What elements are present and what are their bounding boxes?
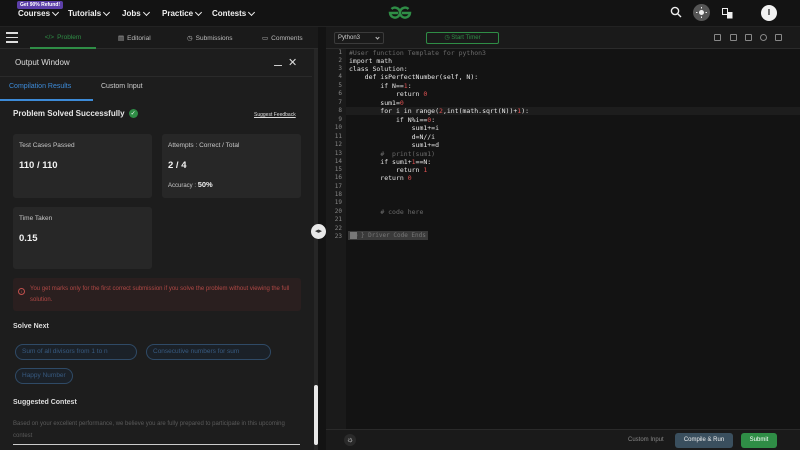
solved-status: Problem Solved Successfully ✓ — [13, 109, 138, 118]
chevron-down-icon — [248, 8, 256, 16]
code-line: for i in range(2,int(math.sqrt(N))+1): — [349, 107, 530, 115]
output-window-header: Output Window ✕ — [0, 49, 312, 77]
copy-icon[interactable] — [714, 34, 721, 41]
accuracy: Accuracy : 50% — [168, 180, 213, 189]
nav-jobs[interactable]: Jobs — [122, 8, 150, 18]
nav-tutorials[interactable]: Tutorials — [68, 8, 111, 18]
theme-toggle-button[interactable] — [693, 4, 710, 21]
nav-courses[interactable]: Courses — [18, 8, 60, 18]
tab-editorial[interactable]: ▤ Editorial — [118, 27, 151, 49]
nav-practice[interactable]: Practice — [162, 8, 203, 18]
tab-compilation-results[interactable]: Compilation Results — [9, 83, 71, 90]
resize-handle[interactable]: ◂▸ — [311, 224, 326, 239]
chevron-down-icon — [375, 35, 380, 40]
menu-icon[interactable] — [6, 32, 18, 43]
custom-input-toggle[interactable]: Custom Input — [628, 437, 664, 443]
chevron-down-icon — [142, 8, 150, 16]
check-circle-icon: ✓ — [128, 109, 138, 118]
close-icon[interactable]: ✕ — [288, 56, 297, 69]
tab-submissions[interactable]: ◷ Submissions — [187, 27, 233, 49]
search-icon[interactable] — [670, 6, 682, 18]
code-line: #User function Template for python3 — [349, 49, 486, 57]
minimize-icon[interactable] — [274, 65, 282, 67]
chevron-down-icon — [51, 8, 60, 16]
suggested-contest-title: Suggested Contest — [13, 399, 77, 406]
time-taken-card: Time Taken 0.15 — [13, 207, 152, 269]
suggest-feedback-link[interactable]: Suggest Feedback — [254, 112, 296, 118]
solve-next-chip[interactable]: Sum of all divisors from 1 to n — [15, 344, 137, 360]
code-line: sum1+=d — [349, 141, 440, 149]
code-line: return 0 — [349, 90, 428, 98]
attempts-value: 2 / 4 — [168, 160, 187, 171]
tab-problem[interactable]: </> Problem — [30, 27, 96, 49]
code-line: d=N//i — [349, 133, 436, 141]
avatar[interactable]: I — [761, 5, 777, 21]
comment-icon: ▭ — [262, 35, 269, 42]
tab-comments[interactable]: ▭ Comments — [262, 27, 303, 49]
editor-bottom-bar: ☼ Custom Input Compile & Run Submit — [326, 429, 800, 450]
solve-next-chip[interactable]: Consecutive numbers for sum — [146, 344, 271, 360]
suggested-contest-text: Based on your excellent performance, we … — [13, 421, 285, 439]
settings-icon[interactable] — [745, 34, 752, 41]
test-cases-value: 110 / 110 — [19, 160, 58, 171]
code-line: # code here — [380, 208, 424, 216]
tab-custom-input[interactable]: Custom Input — [101, 83, 143, 90]
start-timer-button[interactable]: ◷ Start Timer — [426, 32, 499, 44]
divider — [13, 444, 300, 445]
save-icon[interactable] — [730, 34, 737, 41]
code-icon: </> — [44, 33, 55, 41]
output-window: Output Window ✕ Compilation Results Cust… — [0, 49, 318, 450]
output-window-title: Output Window — [15, 58, 70, 67]
gfg-logo-icon[interactable] — [383, 3, 417, 23]
code-line: return 1 — [349, 166, 428, 174]
editor-toolbar: Python3 ◷ Start Timer — [326, 27, 800, 49]
sun-icon — [696, 7, 707, 18]
code-line: # print(sum1) — [380, 150, 436, 158]
compile-run-button[interactable]: Compile & Run — [675, 433, 733, 448]
chevron-down-icon — [103, 8, 111, 16]
clock-icon: ◷ — [187, 35, 193, 42]
refund-badge[interactable]: Get 90% Refund! — [17, 1, 64, 9]
solve-next-title: Solve Next — [13, 323, 49, 330]
test-cases-card: Test Cases Passed 110 / 110 — [13, 134, 152, 198]
translate-icon[interactable] — [722, 8, 733, 19]
problem-tab-bar: </> Problem ▤ Editorial ◷ Submissions ▭ Comm… — [0, 27, 318, 49]
document-icon: ▤ — [118, 35, 125, 42]
code-line: import math — [349, 57, 393, 65]
code-line: if sum1+1==N: — [349, 158, 432, 166]
sun-icon[interactable]: ☼ — [344, 434, 356, 446]
submit-button[interactable]: Submit — [741, 433, 777, 448]
attempts-card: Attempts : Correct / Total 2 / 4 Accurac… — [162, 134, 301, 198]
solve-next-chip[interactable]: Happy Number — [15, 368, 73, 384]
code-line: class Solution: — [349, 65, 408, 73]
nav-contests[interactable]: Contests — [212, 8, 256, 18]
code-line: sum1=0 — [349, 99, 404, 107]
code-line: if N==1: — [349, 82, 412, 90]
language-select[interactable]: Python3 — [334, 32, 384, 44]
code-line: def isPerfectNumber(self, N): — [349, 73, 479, 81]
driver-code-fold[interactable]: ▬▬ } Driver Code Ends — [348, 231, 428, 240]
reset-icon[interactable] — [760, 34, 767, 41]
code-line: return 0 — [349, 174, 412, 182]
code-line: if N%i==0: — [349, 116, 436, 124]
active-tab-indicator — [0, 99, 93, 101]
time-taken-value: 0.15 — [19, 233, 38, 244]
marks-warning: i You get marks only for the first corre… — [13, 278, 301, 311]
chevron-down-icon — [195, 8, 203, 16]
top-navbar: Get 90% Refund! Courses Tutorials Jobs P… — [0, 0, 800, 27]
fullscreen-icon[interactable] — [775, 34, 782, 41]
code-line: sum1+=i — [349, 124, 440, 132]
info-icon: i — [18, 288, 25, 295]
left-scrollbar-thumb[interactable] — [314, 385, 318, 445]
